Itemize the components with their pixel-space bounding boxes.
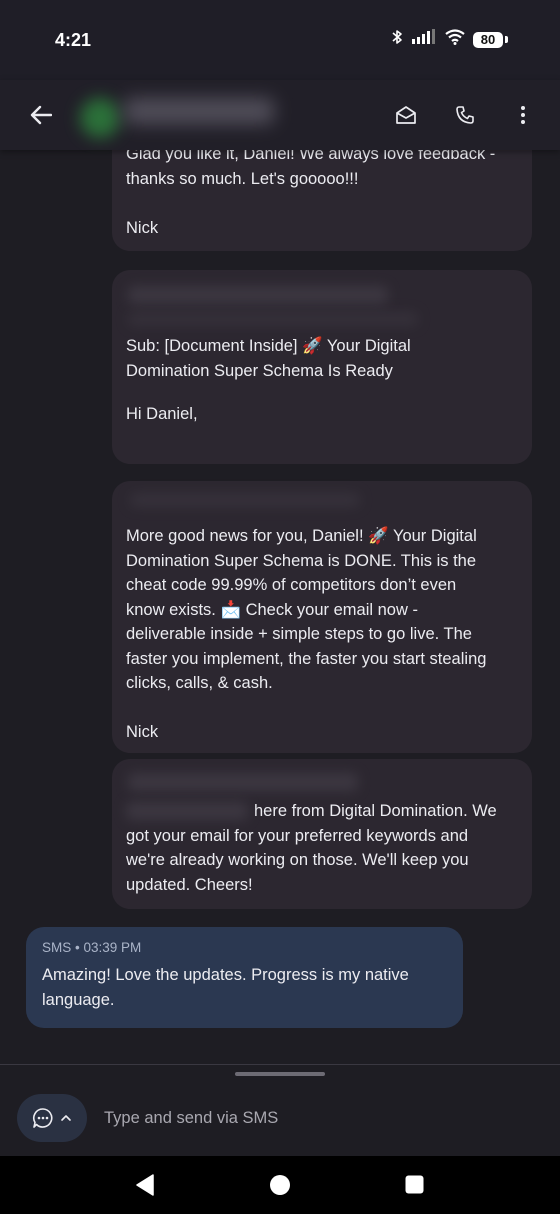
recents-nav-icon[interactable] [405,1175,424,1194]
signal-icon [411,29,437,50]
message-line: clicks, calls, & cash. [126,674,273,692]
drag-handle[interactable] [235,1072,325,1076]
message-line: updated. Cheers! [126,875,253,894]
status-time: 4:21 [55,30,92,50]
redacted-sender-info [128,312,418,326]
message-line: Amazing! Love the updates. Progress is m… [42,966,409,984]
message-signature: Nick [126,218,159,237]
contact-avatar [80,98,120,138]
redacted-sender-info [128,773,358,791]
home-nav-icon[interactable] [269,1174,291,1196]
back-arrow-icon [30,105,52,125]
conversation-header [0,80,560,150]
status-bar: 4:21 80 [0,0,560,80]
incoming-message[interactable]: here from Digital Domination. We got you… [112,759,532,909]
message-line: we're already working on those. We'll ke… [126,851,469,869]
wifi-icon [445,29,465,50]
chat-bubble-icon [32,1108,53,1128]
message-line: know exists. 📩 Check your email now - [126,600,418,619]
message-meta: SMS • 03:39 PM [42,940,142,955]
contact-info[interactable] [80,92,290,140]
envelope-open-icon [396,106,416,124]
more-options-button[interactable] [503,95,543,135]
message-line: Domination Super Schema Is Ready [126,361,393,380]
chevron-up-icon [61,1115,71,1121]
more-vert-icon [521,106,525,124]
incoming-message[interactable]: Sub: [Document Inside] 🚀 Your Digital Do… [112,270,532,464]
message-line: deliverable inside + simple steps to go … [126,625,472,643]
battery-icon: 80 [473,31,503,48]
redacted-sender-info [130,493,360,507]
contact-name [124,98,274,124]
email-button[interactable] [386,95,426,135]
message-input[interactable] [102,1103,526,1133]
message-line: More good news for you, Daniel! 🚀 Your D… [126,527,477,545]
channel-selector-button[interactable] [17,1094,87,1142]
phone-icon [456,106,474,124]
status-icons: 80 [391,29,508,50]
redacted-sender-info [128,286,388,304]
message-line: Sub: [Document Inside] 🚀 Your Digital [126,337,411,355]
message-line: got your email for your preferred keywor… [126,826,469,845]
system-navigation-bar [0,1156,560,1214]
message-line: here from Digital Domination. We [254,802,497,820]
back-button[interactable] [21,95,61,135]
call-button[interactable] [445,95,485,135]
message-line: faster you implement, the faster you sta… [126,649,487,668]
message-composer [0,1064,560,1157]
redacted-sender-name [126,802,248,820]
message-thread[interactable]: Glad you like it, Daniel! We always love… [0,0,560,1064]
message-line: cheat code 99.99% of competitors don’t e… [126,576,457,594]
battery-tip [505,36,508,43]
incoming-message[interactable]: More good news for you, Daniel! 🚀 Your D… [112,481,532,753]
outgoing-message[interactable]: SMS • 03:39 PM Amazing! Love the updates… [26,927,463,1028]
message-greeting: Hi Daniel, [126,405,198,423]
message-line: language. [42,990,115,1009]
message-line: thanks so much. Let's gooooo!!! [126,169,359,188]
back-nav-icon[interactable] [135,1174,155,1196]
message-line: Domination Super Schema is DONE. This is… [126,551,477,570]
message-signature: Nick [126,723,159,741]
bluetooth-icon [391,29,403,50]
